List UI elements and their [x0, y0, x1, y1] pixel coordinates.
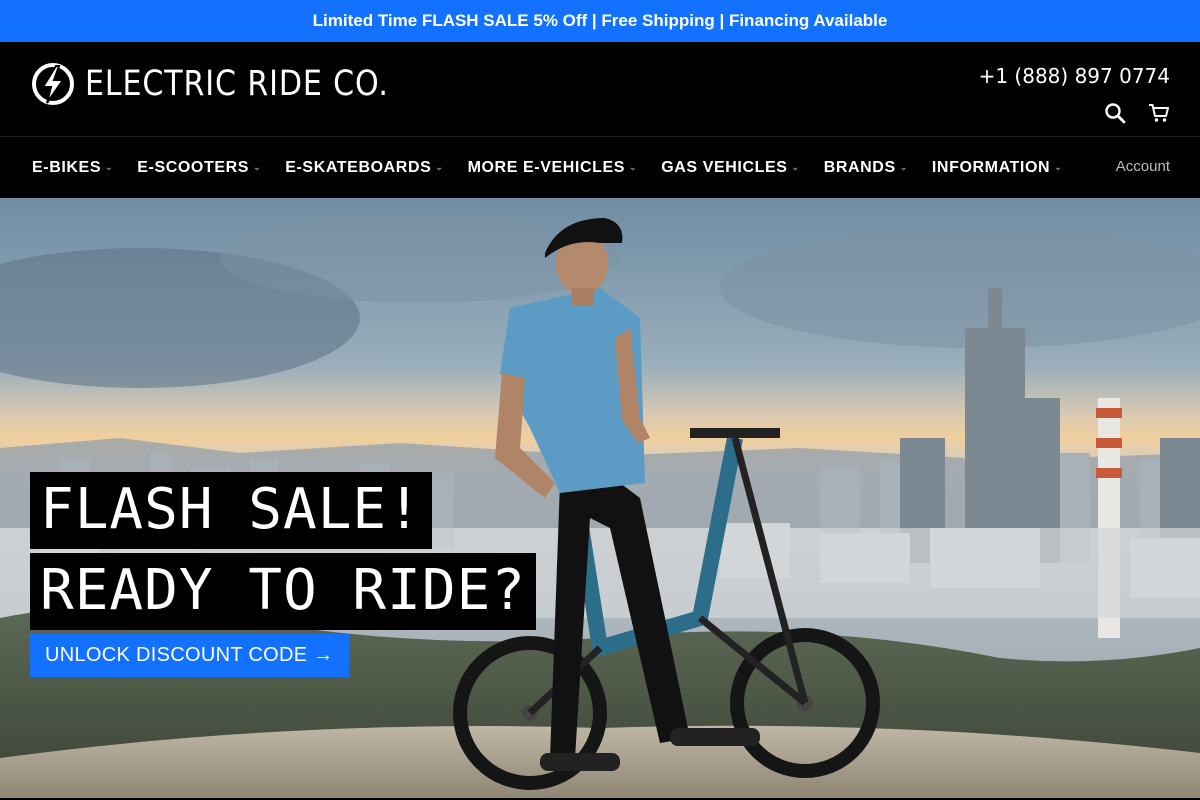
- chevron-down-icon: ⌄: [899, 162, 908, 172]
- nav-item-label: E-BIKES: [32, 158, 102, 176]
- account-link[interactable]: Account: [1116, 158, 1170, 175]
- lightning-bolt-logo-icon: [31, 62, 75, 106]
- nav-item-gas-vehicles[interactable]: GAS VEHICLES ⌄: [661, 159, 800, 177]
- nav-item-label: MORE E-VEHICLES: [467, 158, 626, 176]
- nav-item-e-skateboards[interactable]: E-SKATEBOARDS ⌄: [285, 159, 443, 177]
- phone-number[interactable]: +1 (888) 897 0774: [979, 64, 1170, 88]
- nav-item-label: GAS VEHICLES: [661, 158, 788, 176]
- cart-icon[interactable]: [1148, 102, 1170, 124]
- main-navigation: E-BIKES ⌄ E-SCOOTERS ⌄ E-SKATEBOARDS ⌄ M…: [0, 137, 1200, 198]
- nav-item-label: E-SKATEBOARDS: [285, 158, 432, 176]
- unlock-discount-code-button[interactable]: UNLOCK DISCOUNT CODE →: [30, 634, 349, 677]
- chevron-down-icon: ⌄: [435, 162, 444, 172]
- announcement-bar: Limited Time FLASH SALE 5% Off | Free Sh…: [0, 0, 1200, 42]
- nav-item-brands[interactable]: BRANDS ⌄: [824, 159, 908, 177]
- nav-item-e-scooters[interactable]: E-SCOOTERS ⌄: [137, 159, 261, 177]
- logo-text: ELECTRIC RIDE CO.: [85, 64, 389, 104]
- hero-headline-flash-sale: FLASH SALE!: [30, 472, 432, 549]
- chevron-down-icon: ⌄: [253, 162, 262, 172]
- nav-item-label: BRANDS: [823, 158, 896, 176]
- nav-item-label: INFORMATION: [931, 158, 1051, 176]
- hero-headline-ready-to-ride: READY TO RIDE?: [30, 553, 537, 630]
- nav-item-label: E-SCOOTERS: [137, 158, 250, 176]
- header-actions: [1104, 102, 1170, 124]
- nav-menu: E-BIKES ⌄ E-SCOOTERS ⌄ E-SKATEBOARDS ⌄ M…: [32, 137, 1086, 198]
- chevron-down-icon: ⌄: [1054, 162, 1063, 172]
- chevron-down-icon: ⌄: [105, 162, 114, 172]
- hero-banner: FLASH SALE! READY TO RIDE? UNLOCK DISCOU…: [0, 198, 1200, 798]
- announcement-text: Limited Time FLASH SALE 5% Off | Free Sh…: [312, 11, 888, 30]
- chevron-down-icon: ⌄: [791, 162, 800, 172]
- nav-item-information[interactable]: INFORMATION ⌄: [932, 159, 1062, 177]
- search-icon[interactable]: [1104, 102, 1126, 124]
- nav-item-e-bikes[interactable]: E-BIKES ⌄: [32, 159, 113, 177]
- nav-item-more-e-vehicles[interactable]: MORE E-VEHICLES ⌄: [468, 159, 638, 177]
- site-header: ELECTRIC RIDE CO. +1 (888) 897 0774: [0, 42, 1200, 137]
- logo[interactable]: ELECTRIC RIDE CO.: [31, 62, 438, 106]
- chevron-down-icon: ⌄: [629, 162, 638, 172]
